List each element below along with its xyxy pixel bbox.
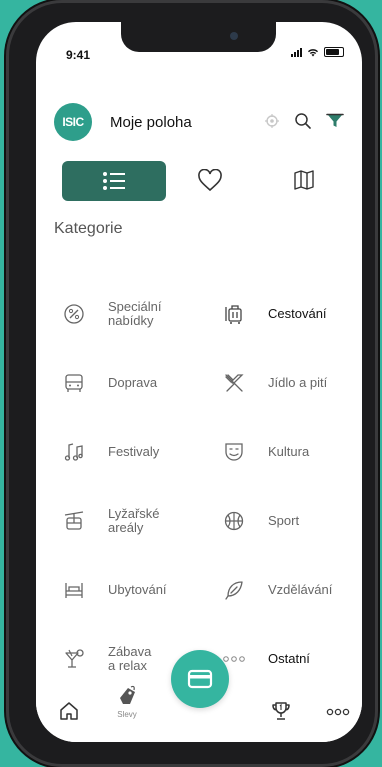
search-icon[interactable] xyxy=(294,112,312,130)
dots-icon xyxy=(223,656,245,662)
location-title[interactable]: Moje poloha xyxy=(110,114,192,131)
category-travel[interactable]: Cestování xyxy=(214,289,327,339)
category-sport[interactable]: Sport xyxy=(214,496,299,546)
tab-home[interactable] xyxy=(58,700,80,722)
category-label: Speciální xyxy=(108,299,162,314)
cutlery-icon xyxy=(225,374,244,392)
tab-more[interactable] xyxy=(326,708,350,716)
card-button[interactable] xyxy=(171,650,229,708)
wifi-icon xyxy=(308,48,318,56)
status-time: 9:41 xyxy=(66,48,91,62)
category-ski-resorts[interactable]: Lyžařské areály xyxy=(54,496,160,546)
phone-frame: 9:41 ISIC Moje poloha Kategorie Speciáln… xyxy=(6,0,378,767)
heart-icon[interactable] xyxy=(197,169,223,193)
category-label: Cestování xyxy=(268,306,327,321)
notch xyxy=(121,22,276,52)
category-label: Lyžařské xyxy=(108,506,160,521)
category-label-line2: nabídky xyxy=(108,313,154,328)
isic-logo: ISIC xyxy=(54,103,92,141)
category-label: Festivaly xyxy=(108,444,160,459)
category-label: Doprava xyxy=(108,375,158,390)
category-accommodation[interactable]: Ubytování xyxy=(54,565,167,615)
status-icons xyxy=(291,47,344,57)
trophy-icon xyxy=(272,702,290,720)
view-switcher xyxy=(62,160,352,202)
bus-icon xyxy=(65,374,83,392)
category-label: Jídlo a pití xyxy=(268,375,328,390)
discount-icon xyxy=(64,304,84,324)
more-icon xyxy=(326,708,350,716)
category-label: Vzdělávání xyxy=(268,582,333,597)
list-icon xyxy=(103,172,125,190)
tab-awards[interactable] xyxy=(270,700,292,722)
category-label: Sport xyxy=(268,513,300,528)
card-icon xyxy=(187,669,213,689)
feather-icon xyxy=(225,581,243,600)
header: ISIC Moje poloha xyxy=(54,102,354,142)
tab-discounts[interactable]: Slevy xyxy=(116,684,138,719)
cocktail-icon xyxy=(65,649,84,668)
section-title: Kategorie xyxy=(54,220,123,237)
cable-car-icon xyxy=(64,511,84,530)
signal-icon xyxy=(291,47,302,57)
luggage-icon xyxy=(225,305,242,324)
category-label: Ubytování xyxy=(108,582,167,597)
tab-discounts-label: Slevy xyxy=(117,710,137,719)
category-label: Ostatní xyxy=(268,651,310,666)
category-label: Zábava xyxy=(108,644,152,659)
home-icon xyxy=(60,702,78,720)
category-special-offers[interactable]: Speciální nabídky xyxy=(54,289,161,339)
location-target-icon[interactable] xyxy=(264,113,280,129)
music-icon xyxy=(64,443,83,461)
category-culture[interactable]: Kultura xyxy=(214,427,309,477)
category-education[interactable]: Vzdělávání xyxy=(214,565,332,615)
category-label-line2: areály xyxy=(108,520,144,535)
category-label-line2: a relax xyxy=(108,658,148,673)
battery-icon xyxy=(324,47,344,57)
app-screen: 9:41 ISIC Moje poloha Kategorie Speciáln… xyxy=(36,22,362,742)
list-view-button[interactable] xyxy=(62,161,166,201)
theater-icon xyxy=(225,443,243,461)
map-icon[interactable] xyxy=(292,168,316,192)
category-food-drink[interactable]: Jídlo a pití xyxy=(214,358,327,408)
ball-icon xyxy=(224,511,244,531)
tag-icon xyxy=(120,685,135,704)
category-festivals[interactable]: Festivaly xyxy=(54,427,159,477)
bed-icon xyxy=(65,583,83,598)
filter-icon[interactable] xyxy=(326,112,344,130)
category-label: Kultura xyxy=(268,444,310,459)
category-transport[interactable]: Doprava xyxy=(54,358,157,408)
